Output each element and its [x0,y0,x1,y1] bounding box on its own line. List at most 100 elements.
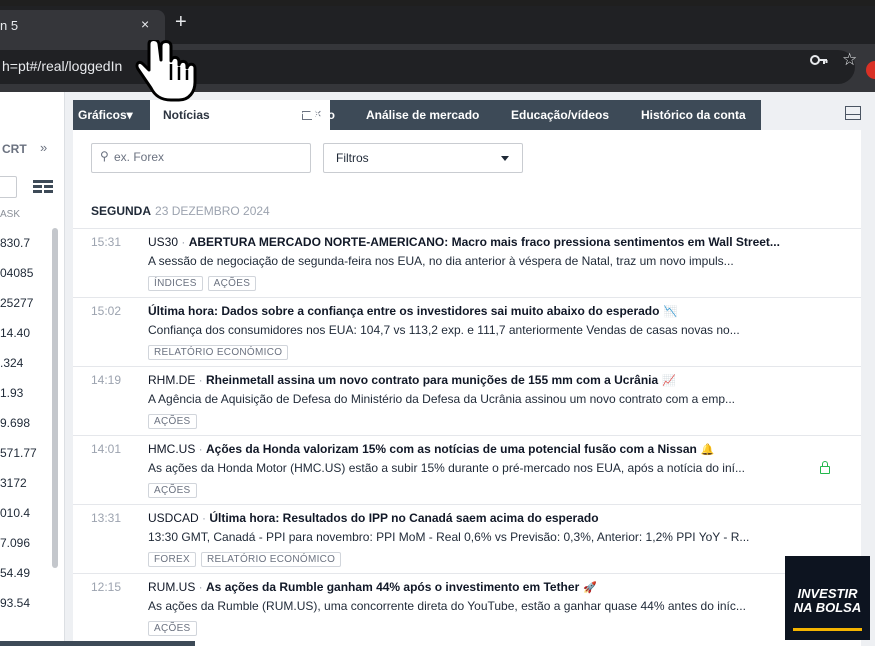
layout-icon[interactable] [845,106,861,120]
ask-value[interactable]: 010.4 [0,506,30,520]
news-tags: RELATÓRIO ECONÓMICO [148,342,293,360]
browser-tab-bar: n 5 × + [0,6,875,44]
channel-logo: INVESTIR NA BOLSA [785,556,870,640]
unlock-icon[interactable] [820,461,830,474]
close-icon[interactable]: × [141,16,149,32]
news-item[interactable]: 14:19 RHM.DE · Rheinmetall assina um novo… [73,366,861,436]
news-time: 15:31 [91,235,122,249]
news-tag[interactable]: AÇÕES [207,276,257,291]
news-item[interactable]: 15:02 Última hora: Dados sobre a confianç… [73,297,861,367]
news-item[interactable]: 12:15 RUM.US · As ações da Rumble ganham … [73,573,861,643]
headline-emoji-icon: 🚀 [583,582,597,594]
news-headline[interactable]: ABERTURA MERCADO NORTE-AMERICANO: Macro … [189,235,780,249]
news-summary: A sessão de negociação de segunda-feira … [148,254,734,268]
star-icon[interactable]: ☆ [842,50,857,70]
news-time: 12:15 [91,580,122,594]
new-tab-button[interactable]: + [175,12,187,32]
news-item[interactable]: 14:01 HMC.US · Ações da Honda valorizam 1… [73,435,861,505]
key-icon[interactable] [810,53,828,67]
tab-historico[interactable]: Histórico da conta [641,108,746,122]
instrument-search[interactable] [0,176,17,198]
news-title[interactable]: US30 · ABERTURA MERCADO NORTE-AMERICANO:… [148,235,848,249]
news-headline[interactable]: Última hora: Dados sobre a confiança ent… [148,304,659,318]
ask-value[interactable]: 1.93 [0,386,23,400]
news-headline[interactable]: Última hora: Resultados do IPP no Canadá… [209,511,598,525]
news-summary: As ações da Rumble (RUM.US), uma concorr… [148,599,746,613]
news-tag[interactable]: RELATÓRIO ECONÓMICO [200,552,342,567]
browser-tab[interactable]: n 5 × [0,10,165,44]
tab-analise[interactable]: Análise de mercado [366,108,479,122]
news-tags: AÇÕES [148,618,202,636]
news-title[interactable]: Última hora: Dados sobre a confiança ent… [148,304,848,318]
day-date: 23 DEZEMBRO 2024 [155,204,270,218]
ask-value[interactable]: 93.54 [0,596,30,610]
ask-value[interactable]: 571.77 [0,446,37,460]
tab-educacao[interactable]: Educação/vídeos [511,108,609,122]
ask-value[interactable]: 7.096 [0,536,30,550]
address-bar: h=pt#/real/loggedIn ☆ [0,44,875,92]
separator-dot: · [198,511,210,525]
grid-view-icon[interactable] [33,180,53,194]
news-tags: ÍNDICES AÇÕES [148,273,261,291]
hand-cursor-icon [135,40,197,102]
news-time: 14:19 [91,373,122,387]
news-title[interactable]: HMC.US · Ações da Honda valorizam 15% co… [148,442,848,456]
news-title[interactable]: USDCAD · Última hora: Resultados do IPP … [148,511,848,525]
ask-value[interactable]: .324 [0,356,23,370]
collapse-icon[interactable]: » [40,140,47,155]
news-symbol[interactable]: RHM.DE [148,373,195,387]
ask-value[interactable]: 54.49 [0,566,30,580]
ask-value[interactable]: 25277 [0,296,33,310]
filter-label: Filtros [336,151,369,165]
logo-bar [793,628,862,631]
news-search[interactable]: ⚲ [91,143,311,173]
news-headline[interactable]: Ações da Honda valorizam 15% com as notí… [206,442,697,456]
news-time: 15:02 [91,304,122,318]
news-tag[interactable]: AÇÕES [148,414,197,429]
news-tag[interactable]: RELATÓRIO ECONÓMICO [148,345,289,360]
news-title[interactable]: RHM.DE · Rheinmetall assina um novo cont… [148,373,848,387]
news-headline[interactable]: Rheinmetall assina um novo contrato para… [206,373,658,387]
ask-value[interactable]: 9.698 [0,416,30,430]
logo-line-2: NA BOLSA [793,600,862,615]
ask-value[interactable]: 04085 [0,266,33,280]
headline-emoji-icon: 📉 [663,306,678,318]
separator-dot: · [195,580,207,594]
news-symbol[interactable]: US30 [148,235,178,249]
tab-noticias-label: Notícias [163,108,210,122]
filter-dropdown[interactable]: Filtros [323,143,523,173]
news-symbol[interactable]: USDCAD [148,511,199,525]
news-title[interactable]: RUM.US · As ações da Rumble ganham 44% a… [148,580,848,594]
news-summary: As ações da Honda Motor (HMC.US) estão a… [148,461,745,475]
news-time: 13:31 [91,511,122,525]
news-summary: A Agência de Aquisição de Defesa do Mini… [148,392,736,406]
news-headline[interactable]: As ações da Rumble ganham 44% após o inv… [206,580,579,594]
ask-value[interactable]: 830.7 [0,236,30,250]
panel-scrollbar[interactable] [52,228,58,568]
ask-value[interactable]: 14.40 [0,326,30,340]
tab-graficos[interactable]: Gráficos▾ [78,108,133,122]
trading-platform: CRT » ASK 830.7 04085 25277 14.40 .324 1… [0,92,875,646]
news-summary: Confiança dos consumidores nos EUA: 104,… [148,323,740,337]
day-header: SEGUNDA 23 DEZEMBRO 2024 [91,204,270,218]
news-tag[interactable]: AÇÕES [148,621,197,636]
search-input[interactable] [114,150,294,164]
headline-emoji-icon: 📈 [662,375,676,387]
news-symbol[interactable]: RUM.US [148,580,195,594]
market-watch-panel: CRT » ASK 830.7 04085 25277 14.40 .324 1… [0,92,65,646]
chevron-down-icon [501,156,509,161]
ask-value[interactable]: 3172 [0,476,27,490]
url-input[interactable]: h=pt#/real/loggedIn [0,50,855,84]
url-text: h=pt#/real/loggedIn [2,58,123,74]
horizontal-scrollbar[interactable] [0,641,195,646]
news-tag[interactable]: AÇÕES [148,483,197,498]
separator-dot: · [195,373,207,387]
news-panel: ⚲ Filtros SEGUNDA23 DEZEMBRO 2024 15:31 U… [73,130,861,646]
news-symbol[interactable]: HMC.US [148,442,195,456]
news-tag[interactable]: FOREX [148,552,196,567]
tab-calendario[interactable]: Calendário [273,108,335,122]
logo-line-1: INVESTIR [797,586,858,601]
news-item[interactable]: 15:31 US30 · ABERTURA MERCADO NORTE-AMERI… [73,228,861,298]
news-item[interactable]: 13:31 USDCAD · Última hora: Resultados do… [73,504,861,574]
news-tag[interactable]: ÍNDICES [148,276,203,291]
